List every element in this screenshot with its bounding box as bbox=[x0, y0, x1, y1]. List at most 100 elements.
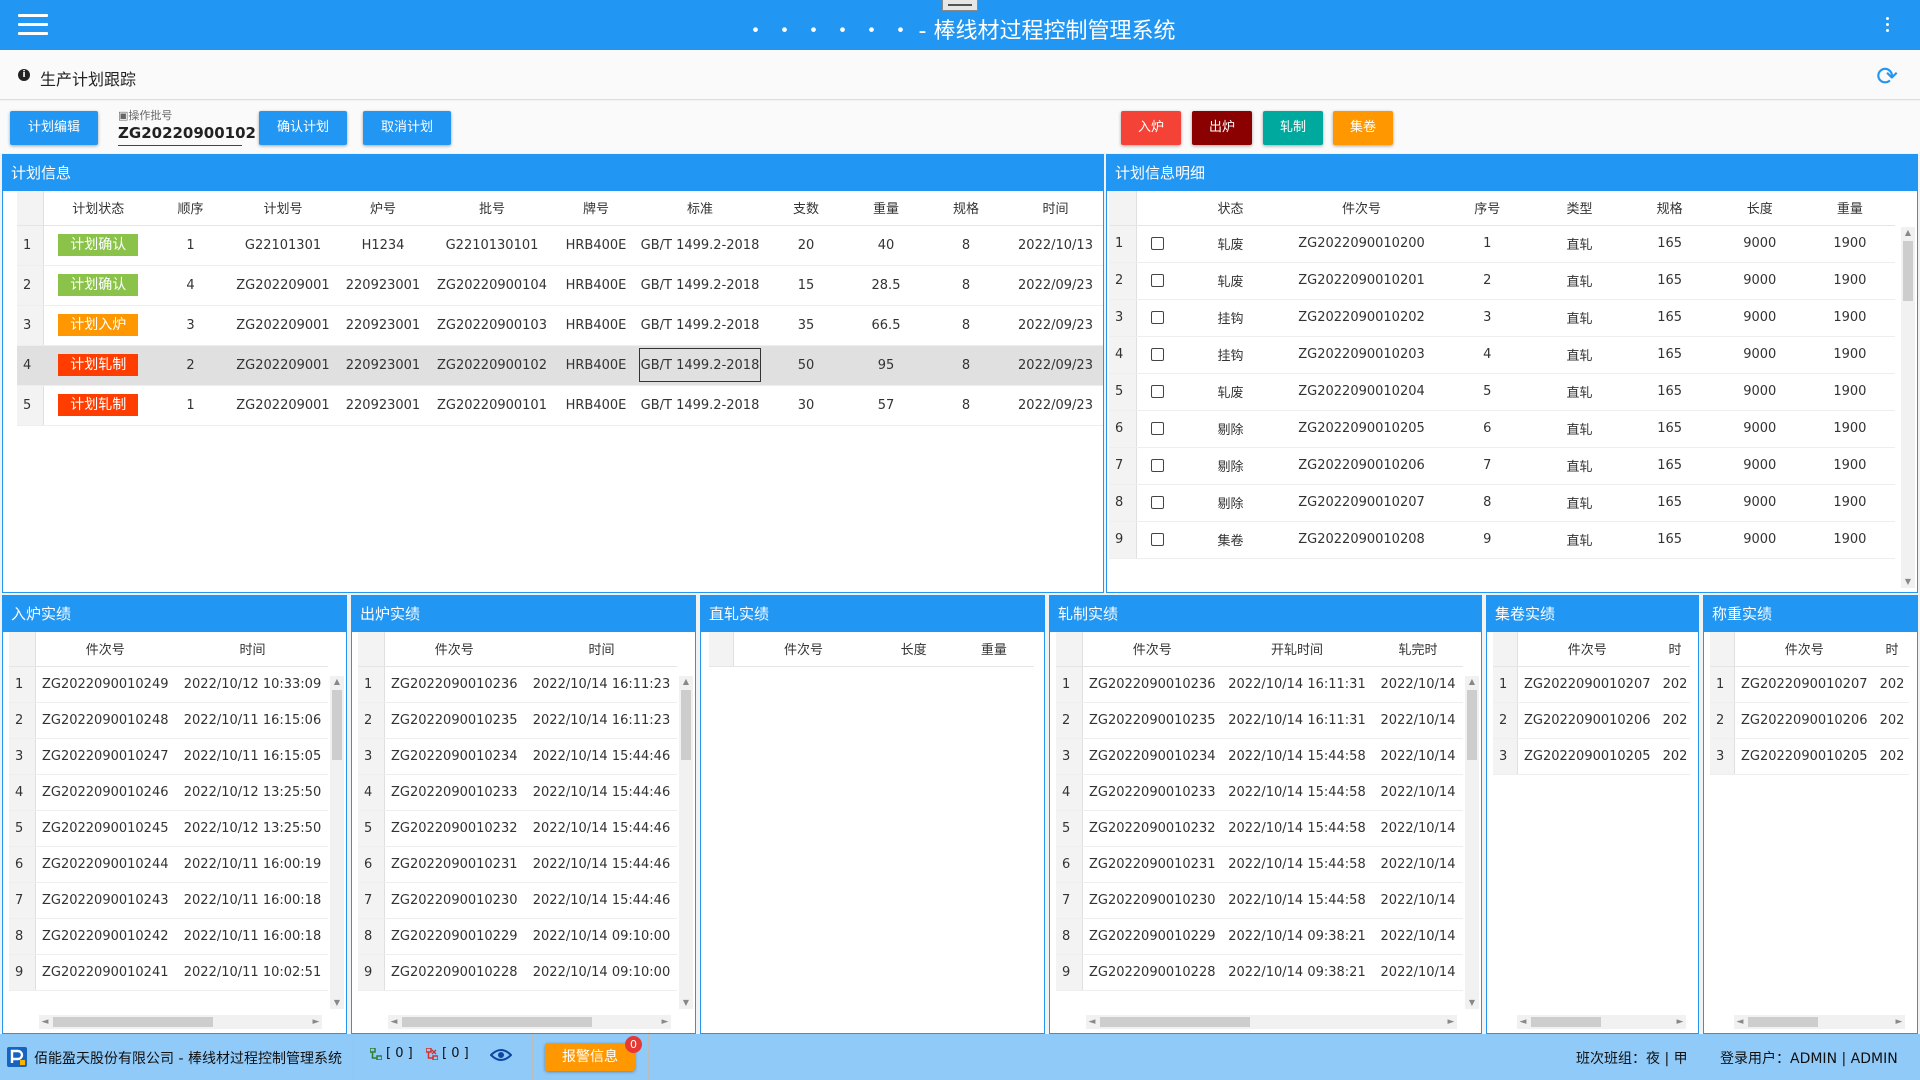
column-header[interactable]: 重量 bbox=[848, 191, 924, 226]
table-row[interactable]: 1 轧废 ZG2022090010200 1 直轧 165 9000 1900 bbox=[1109, 225, 1895, 263]
column-header[interactable]: 重量 bbox=[953, 632, 1034, 667]
table-row[interactable]: 2 ZG2022090010235 2022/10/14 16:11:23 bbox=[358, 702, 677, 739]
charge-hscrollbar[interactable]: ◄ ► bbox=[39, 1015, 322, 1029]
table-row[interactable]: 8 ZG2022090010242 2022/10/11 16:00:18 bbox=[9, 918, 328, 955]
column-header[interactable]: 牌号 bbox=[556, 191, 636, 226]
edit-plan-button[interactable]: 计划编辑 bbox=[10, 111, 98, 145]
refresh-icon[interactable]: ⟳ bbox=[1876, 62, 1898, 92]
row-checkbox[interactable] bbox=[1150, 533, 1164, 546]
column-header[interactable]: 件次号 bbox=[384, 632, 524, 667]
table-row[interactable]: 7 ZG2022090010230 2022/10/14 15:44:58 2022/… bbox=[1056, 882, 1463, 919]
column-header[interactable]: 支数 bbox=[764, 191, 848, 226]
column-header[interactable]: 炉号 bbox=[338, 191, 428, 226]
column-header[interactable] bbox=[17, 191, 44, 226]
column-header[interactable]: 开轧时间 bbox=[1222, 632, 1372, 667]
cancel-plan-button[interactable]: 取消计划 bbox=[363, 111, 451, 145]
table-row[interactable]: 5 ZG2022090010245 2022/10/12 13:25:50 bbox=[9, 810, 328, 847]
table-row[interactable]: 7 ZG2022090010230 2022/10/14 15:44:46 bbox=[358, 882, 677, 919]
coiling-button[interactable]: 集卷 bbox=[1333, 111, 1393, 145]
table-row[interactable]: 5 ZG2022090010232 2022/10/14 15:44:58 2022/… bbox=[1056, 810, 1463, 847]
table-row[interactable]: 4 ZG2022090010233 2022/10/14 15:44:58 2022/… bbox=[1056, 774, 1463, 811]
table-row[interactable]: 1 ZG2022090010249 2022/10/12 10:33:09 bbox=[9, 666, 328, 703]
table-row[interactable]: 7 剔除 ZG2022090010206 7 直轧 165 9000 1900 bbox=[1109, 447, 1895, 485]
row-checkbox[interactable] bbox=[1150, 348, 1164, 361]
table-row[interactable]: 2 计划确认 4 ZG202209001 220923001 ZG20220900104 H… bbox=[17, 265, 1103, 306]
batch-number-field[interactable]: ZG20220900102 bbox=[118, 124, 256, 146]
column-header[interactable]: 时间 bbox=[1008, 191, 1103, 226]
table-row[interactable]: 2 ZG2022090010235 2022/10/14 16:11:31 2022/… bbox=[1056, 702, 1463, 739]
table-row[interactable]: 3 ZG2022090010205 202 bbox=[1493, 738, 1690, 775]
table-row[interactable]: 1 ZG2022090010236 2022/10/14 16:11:31 2022/… bbox=[1056, 666, 1463, 703]
column-header[interactable]: 时 bbox=[1874, 632, 1909, 667]
table-row[interactable]: 3 ZG2022090010247 2022/10/11 16:15:05 bbox=[9, 738, 328, 775]
column-header[interactable]: 件次号 bbox=[733, 632, 874, 667]
column-header[interactable]: 件次号 bbox=[1734, 632, 1874, 667]
column-header[interactable]: 序号 bbox=[1440, 191, 1535, 226]
table-row[interactable]: 9 集卷 ZG2022090010208 9 直轧 165 9000 1900 bbox=[1109, 521, 1895, 559]
column-header[interactable] bbox=[1136, 191, 1179, 226]
table-row[interactable]: 8 剔除 ZG2022090010207 8 直轧 165 9000 1900 bbox=[1109, 484, 1895, 522]
table-row[interactable]: 3 ZG2022090010205 202 bbox=[1710, 738, 1909, 775]
rolling-vscrollbar[interactable]: ▲ ▼ bbox=[1465, 676, 1479, 1009]
column-header[interactable]: 时 bbox=[1657, 632, 1690, 667]
table-row[interactable]: 3 计划入炉 3 ZG202209001 220923001 ZG20220900103 H… bbox=[17, 305, 1103, 346]
column-header[interactable]: 计划号 bbox=[228, 191, 338, 226]
table-row[interactable]: 3 ZG2022090010234 2022/10/14 15:44:46 bbox=[358, 738, 677, 775]
plan-detail-scrollbar[interactable]: ▲ ▼ bbox=[1901, 227, 1915, 588]
table-row[interactable]: 4 ZG2022090010246 2022/10/12 13:25:50 bbox=[9, 774, 328, 811]
column-header[interactable] bbox=[1493, 632, 1518, 667]
column-header[interactable]: 计划状态 bbox=[43, 191, 153, 226]
column-header[interactable]: 时间 bbox=[175, 632, 328, 667]
weigh-hscrollbar[interactable]: ◄ ► bbox=[1734, 1015, 1905, 1029]
column-header[interactable]: 长度 bbox=[873, 632, 954, 667]
column-header[interactable]: 件次号 bbox=[1082, 632, 1222, 667]
table-row[interactable]: 3 ZG2022090010234 2022/10/14 15:44:58 2022/… bbox=[1056, 738, 1463, 775]
row-checkbox[interactable] bbox=[1150, 274, 1164, 287]
column-header[interactable]: 顺序 bbox=[153, 191, 228, 226]
column-header[interactable] bbox=[1710, 632, 1735, 667]
discharge-vscrollbar[interactable]: ▲ ▼ bbox=[679, 676, 693, 1009]
table-row[interactable]: 6 剔除 ZG2022090010205 6 直轧 165 9000 1900 bbox=[1109, 410, 1895, 448]
column-header[interactable] bbox=[9, 632, 36, 667]
table-row[interactable]: 6 ZG2022090010244 2022/10/11 16:00:19 bbox=[9, 846, 328, 883]
row-checkbox[interactable] bbox=[1150, 385, 1164, 398]
in-furnace-button[interactable]: 入炉 bbox=[1121, 111, 1181, 145]
table-row[interactable]: 7 ZG2022090010243 2022/10/11 16:00:18 bbox=[9, 882, 328, 919]
column-header[interactable]: 规格 bbox=[924, 191, 1008, 226]
column-header[interactable]: 件次号 bbox=[35, 632, 175, 667]
drag-handle[interactable] bbox=[942, 0, 978, 11]
table-row[interactable]: 8 ZG2022090010229 2022/10/14 09:10:00 bbox=[358, 918, 677, 955]
table-row[interactable]: 3 挂钩 ZG2022090010202 3 直轧 165 9000 1900 bbox=[1109, 299, 1895, 337]
row-checkbox[interactable] bbox=[1150, 311, 1164, 324]
out-furnace-button[interactable]: 出炉 bbox=[1192, 111, 1252, 145]
table-row[interactable]: 5 计划轧制 1 ZG202209001 220923001 ZG20220900101 H… bbox=[17, 385, 1103, 426]
table-row[interactable]: 6 ZG2022090010231 2022/10/14 15:44:46 bbox=[358, 846, 677, 883]
table-row[interactable]: 5 轧废 ZG2022090010204 5 直轧 165 9000 1900 bbox=[1109, 373, 1895, 411]
coil-hscrollbar[interactable]: ◄ ► bbox=[1517, 1015, 1686, 1029]
table-row[interactable]: 5 ZG2022090010232 2022/10/14 15:44:46 bbox=[358, 810, 677, 847]
column-header[interactable]: 件次号 bbox=[1282, 191, 1441, 226]
charge-vscrollbar[interactable]: ▲ ▼ bbox=[330, 676, 344, 1009]
table-row[interactable]: 2 轧废 ZG2022090010201 2 直轧 165 9000 1900 bbox=[1109, 262, 1895, 300]
column-header[interactable] bbox=[358, 632, 385, 667]
column-header[interactable]: 时间 bbox=[524, 632, 677, 667]
column-header[interactable]: 件次号 bbox=[1517, 632, 1657, 667]
column-header[interactable] bbox=[1109, 191, 1137, 226]
more-options-icon[interactable] bbox=[1886, 17, 1890, 35]
rolling-hscrollbar[interactable]: ◄ ► bbox=[1086, 1015, 1457, 1029]
confirm-plan-button[interactable]: 确认计划 bbox=[259, 111, 347, 145]
table-row[interactable]: 1 ZG2022090010236 2022/10/14 16:11:23 bbox=[358, 666, 677, 703]
column-header[interactable]: 标准 bbox=[636, 191, 764, 226]
table-row[interactable]: 1 计划确认 1 G22101301 H1234 G2210130101 HRB400E GB… bbox=[17, 225, 1103, 266]
column-header[interactable]: 规格 bbox=[1624, 191, 1715, 226]
table-row[interactable]: 2 ZG2022090010206 202 bbox=[1493, 702, 1690, 739]
table-row[interactable]: 4 计划轧制 2 ZG202209001 220923001 ZG20220900102 H… bbox=[17, 345, 1103, 386]
row-checkbox[interactable] bbox=[1150, 496, 1164, 509]
alarm-info-button[interactable]: 报警信息 bbox=[545, 1043, 635, 1071]
column-header[interactable]: 状态 bbox=[1178, 191, 1283, 226]
column-header[interactable] bbox=[1056, 632, 1083, 667]
rolling-button[interactable]: 轧制 bbox=[1263, 111, 1323, 145]
column-header[interactable]: 长度 bbox=[1714, 191, 1805, 226]
table-row[interactable]: 9 ZG2022090010241 2022/10/11 10:02:51 bbox=[9, 954, 328, 991]
column-header[interactable]: 重量 bbox=[1804, 191, 1895, 226]
